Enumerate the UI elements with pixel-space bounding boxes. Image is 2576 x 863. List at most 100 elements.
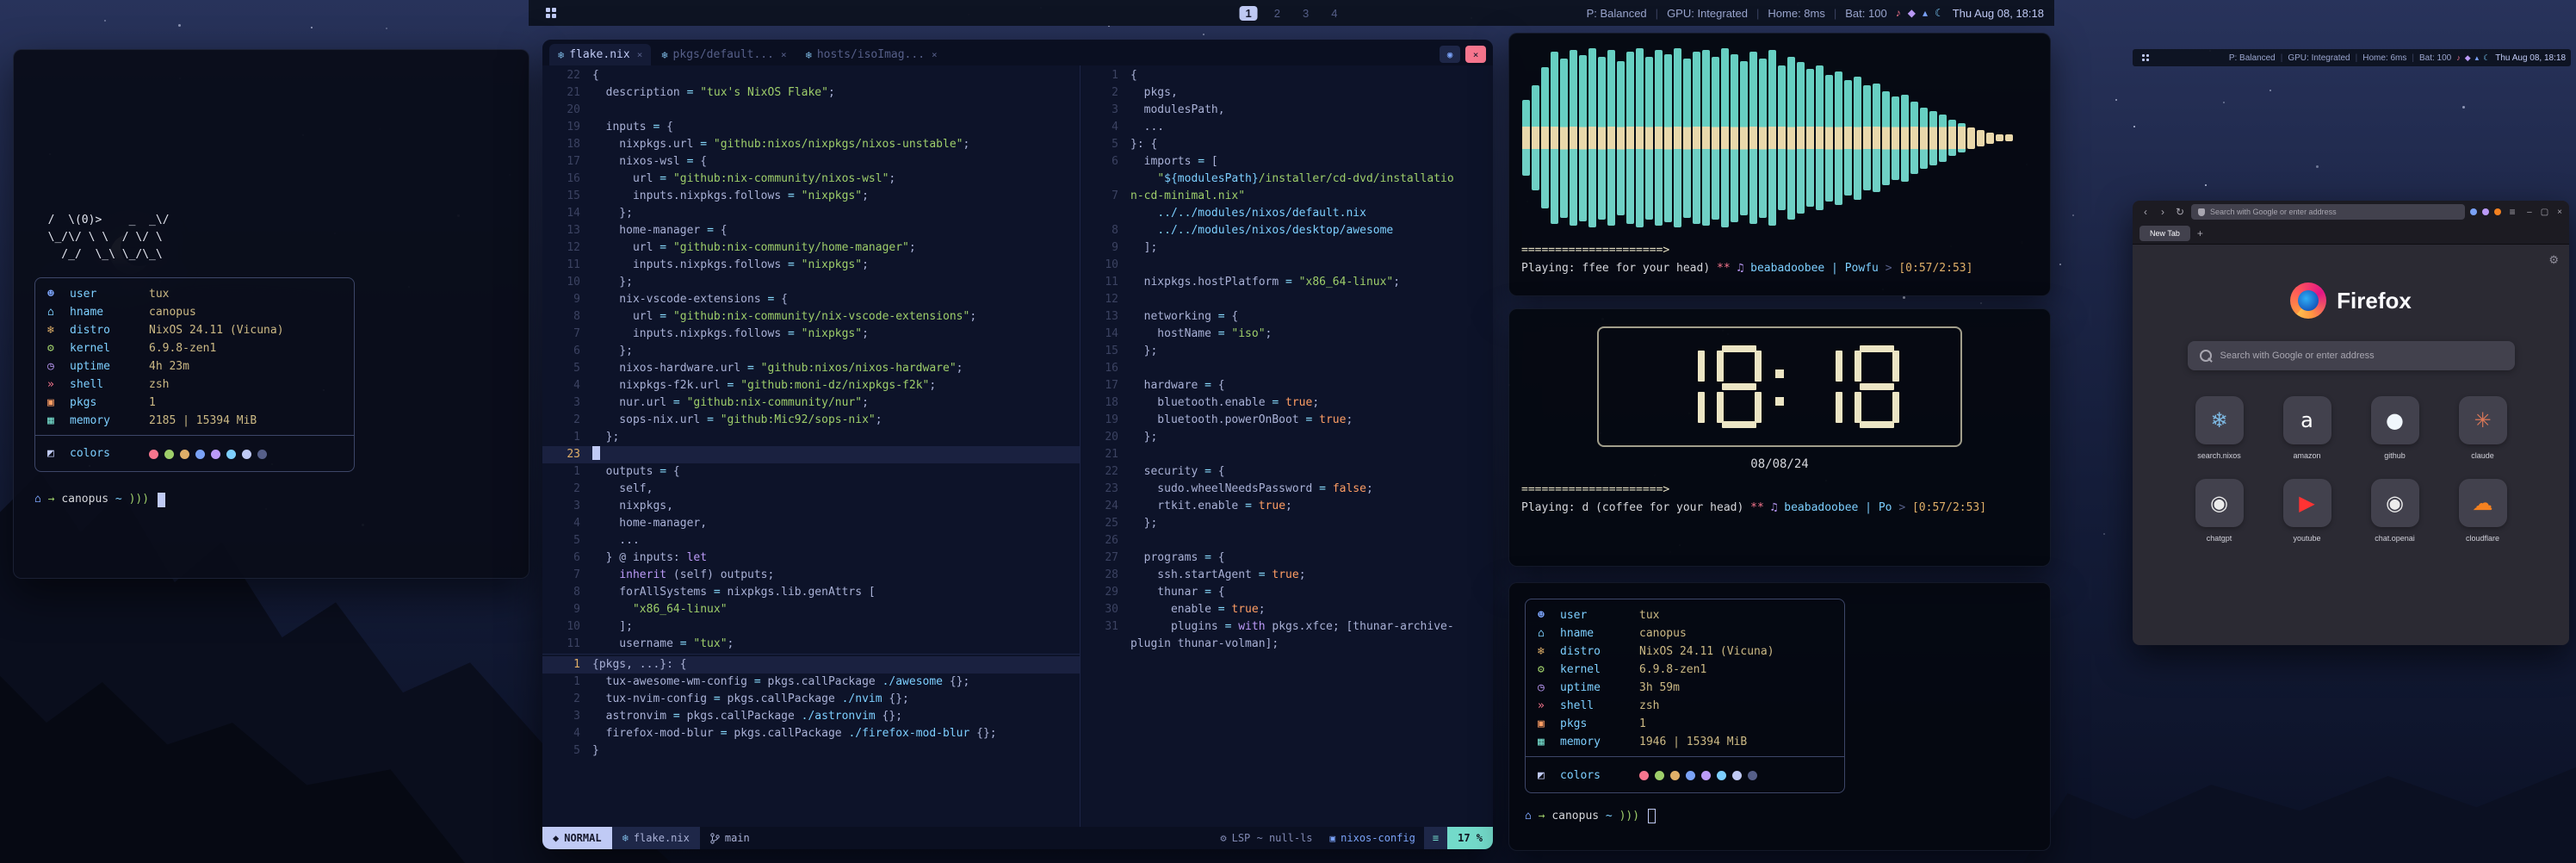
fetch-panel[interactable]: ☻usertux⌂hnamecanopus❄distroNixOS 24.11 … — [1508, 582, 2051, 851]
clipboard-icon[interactable]: ◆ — [2465, 53, 2471, 63]
shortcut-youtube[interactable]: ▶ youtube — [2283, 479, 2331, 543]
extension-icon[interactable] — [2470, 208, 2477, 215]
app-launcher-button[interactable] — [546, 8, 556, 18]
star — [386, 28, 387, 29]
tile-label: chatgpt — [2207, 534, 2232, 543]
neovim-window[interactable]: ❄flake.nix×❄pkgs/default...×❄hosts/isoIm… — [542, 40, 1493, 849]
workspace-button-3[interactable]: 3 — [1297, 6, 1315, 21]
line-number: 11 — [542, 636, 592, 653]
night-light-icon[interactable]: ☾ — [1935, 7, 1944, 19]
now-playing-1: Playing: ffee for your head) ** ♫ beabad… — [1521, 262, 2038, 275]
shortcut-cloudflare[interactable]: ☁cloudflare — [2459, 479, 2507, 543]
shortcut-search-nixos[interactable]: ❄search.nixos — [2195, 396, 2244, 460]
app-launcher-button[interactable] — [2142, 54, 2149, 61]
status-item[interactable]: Bat: 100 — [1845, 7, 1886, 20]
fetch-value: 1 — [1639, 717, 1646, 730]
fetch-key: uptime — [1560, 681, 1639, 694]
workspace-button-2[interactable]: 2 — [1268, 6, 1286, 21]
fetch-row: ❄distroNixOS 24.11 (Vicuna) — [1526, 643, 1844, 661]
visualizer-panel[interactable]: =====================> Playing: ffee for… — [1508, 33, 2051, 296]
code-line: 4 nixpkgs-f2k.url = "github:moni-dz/nixp… — [542, 377, 1080, 394]
new-tab-button[interactable]: + — [2197, 227, 2203, 239]
line-number: 21 — [1081, 446, 1130, 463]
window-close-button[interactable]: × — [1465, 46, 1486, 63]
shortcut-youtube-icon: ▶ — [2299, 491, 2314, 515]
pane-hosts[interactable]: 1{2 pkgs,3 modulesPath,4 ...5}: {6 impor… — [1081, 65, 1493, 827]
nix-file-icon: ❄ — [806, 49, 812, 61]
editor-tab[interactable]: ❄flake.nix× — [549, 44, 651, 65]
tab-close-icon[interactable]: × — [637, 49, 643, 60]
back-button[interactable]: ‹ — [2139, 206, 2152, 218]
fetch-row: ☻usertux — [35, 285, 354, 303]
line-number: 23 — [542, 446, 592, 463]
workspace-button-1[interactable]: 1 — [1240, 6, 1258, 21]
line-number: 17 — [1081, 377, 1130, 394]
shortcut-chatgpt[interactable]: ◉chatgpt — [2195, 479, 2244, 543]
pane-pkgs[interactable]: 1{pkgs, ...}: {1 tux-awesome-wm-config =… — [542, 655, 1080, 827]
fetch-row: ◷uptime3h 59m — [1526, 679, 1844, 697]
night-light-icon[interactable]: ☾ — [2483, 53, 2490, 63]
line-number: 9 — [542, 601, 592, 618]
statusline-filename: ❄flake.nix — [612, 827, 700, 849]
forward-button[interactable]: › — [2157, 206, 2169, 218]
status-item[interactable]: Bat: 100 — [2419, 53, 2451, 63]
digit-segment — [1860, 383, 1894, 390]
updates-icon[interactable]: ▴ — [1923, 7, 1928, 19]
music-icon[interactable]: ♪ — [1896, 7, 1901, 19]
terminal-window[interactable]: / \(0)> _ _\/ \_/\/ \ \ / \/ \ /_/ \_\ \… — [13, 49, 529, 579]
menu-button[interactable]: ≡ — [2506, 206, 2518, 218]
tab-actions: ◉ × — [1440, 46, 1486, 63]
search-placeholder: Search with Google or enter address — [2220, 351, 2375, 361]
close-button[interactable]: × — [2557, 208, 2562, 217]
shortcut-github[interactable]: ●github — [2371, 396, 2419, 460]
editor-tabs: ❄flake.nix×❄pkgs/default...×❄hosts/isoIm… — [549, 44, 948, 65]
digit-segment — [1855, 392, 1861, 423]
fetch-box-right: ☻usertux⌂hnamecanopus❄distroNixOS 24.11 … — [1525, 599, 1845, 793]
extension-icon[interactable] — [2494, 208, 2501, 215]
status-item[interactable]: Home: 8ms — [1768, 7, 1824, 20]
status-item[interactable]: GPU: Integrated — [2288, 53, 2350, 63]
tab-close-icon[interactable]: × — [932, 49, 938, 60]
clipboard-icon[interactable]: ◆ — [1908, 7, 1916, 19]
digit-segment — [1717, 392, 1724, 423]
editor-tab[interactable]: ❄hosts/isoImag...× — [797, 44, 946, 65]
firefox-window[interactable]: ‹ › ↻ Search with Google or enter addres… — [2133, 201, 2569, 645]
shortcut-chat-openai[interactable]: ◉chat.openai — [2371, 479, 2419, 543]
fetch-value: zsh — [1639, 699, 1659, 712]
personalize-gear-icon[interactable]: ⚙ — [2548, 253, 2559, 267]
digit-segment — [1698, 392, 1705, 423]
clock-panel[interactable]: 08/08/24 =====================> Playing:… — [1508, 308, 2051, 567]
extension-icon[interactable] — [2482, 208, 2489, 215]
status-item[interactable]: P: Balanced — [1587, 7, 1647, 20]
buffer-pin-button[interactable]: ◉ — [1440, 46, 1460, 63]
pane-flake[interactable]: 22{21 description = "tux's NixOS Flake";… — [542, 65, 1080, 655]
editor-tab[interactable]: ❄pkgs/default...× — [653, 44, 795, 65]
fetch-box-left: ☻usertux⌂hnamecanopus❄distroNixOS 24.11 … — [34, 277, 355, 472]
music-icon[interactable]: ♪ — [2456, 53, 2461, 62]
shortcut-amazon[interactable]: aamazon — [2283, 396, 2331, 460]
tab-close-icon[interactable]: × — [781, 49, 787, 60]
status-item[interactable]: GPU: Integrated — [1667, 7, 1748, 20]
minimize-button[interactable]: – — [2527, 208, 2532, 217]
newtab-search-input[interactable]: Search with Google or enter address — [2188, 341, 2515, 370]
url-bar[interactable]: Search with Google or enter address — [2191, 204, 2465, 220]
shortcut-claude[interactable]: ✳claude — [2459, 396, 2507, 460]
code-line: 21 — [1081, 446, 1493, 463]
status-item[interactable]: P: Balanced — [2229, 53, 2276, 63]
workspace-button-4[interactable]: 4 — [1325, 6, 1343, 21]
line-number: 13 — [542, 222, 592, 239]
clock-widget[interactable]: Thu Aug 08, 18:18 — [2495, 53, 2566, 63]
tab-new-tab[interactable]: New Tab — [2139, 226, 2190, 241]
gear-icon: ⚙ — [1220, 832, 1226, 844]
code-text: nixpkgs, — [592, 498, 673, 515]
clock-widget[interactable]: Thu Aug 08, 18:18 — [1953, 7, 2044, 20]
maximize-button[interactable]: ▢ — [2541, 208, 2548, 217]
fetch-key: memory — [70, 413, 149, 430]
fetch-value: canopus — [149, 304, 196, 321]
reload-button[interactable]: ↻ — [2174, 206, 2186, 218]
prompt-path: ~ — [108, 491, 128, 508]
updates-icon[interactable]: ▴ — [2475, 53, 2480, 63]
status-item[interactable]: Home: 6ms — [2362, 53, 2406, 63]
tile-label: youtube — [2293, 534, 2320, 543]
line-number: 5 — [542, 360, 592, 377]
